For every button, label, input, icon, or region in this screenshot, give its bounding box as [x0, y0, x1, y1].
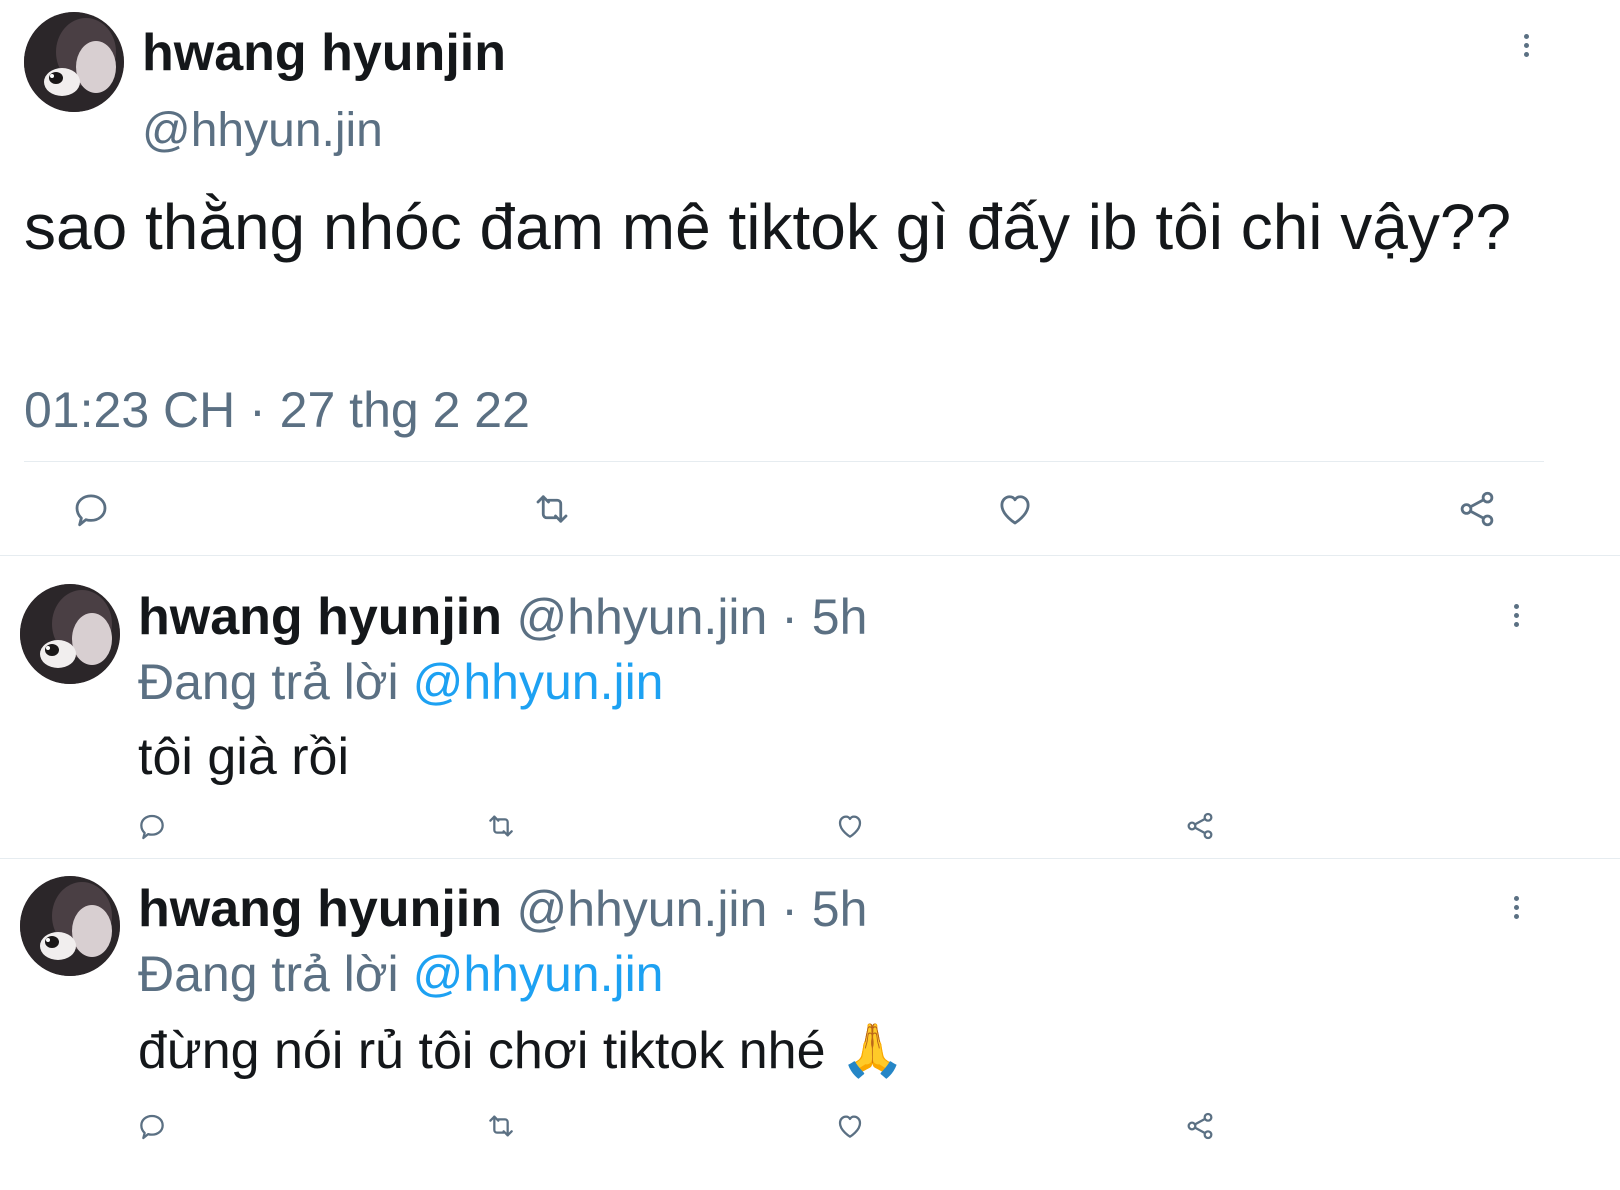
reply-text: tôi già rồi: [138, 728, 349, 786]
reply-header: hwang hyunjin @hhyun.jin · 5h: [138, 586, 867, 648]
author-name[interactable]: hwang hyunjin: [138, 880, 502, 938]
author-name[interactable]: hwang hyunjin: [142, 22, 506, 84]
avatar-image: [24, 12, 124, 112]
reply-meta[interactable]: @hhyun.jin · 5h: [516, 589, 867, 645]
divider: [0, 555, 1620, 556]
share-icon[interactable]: [1456, 488, 1498, 530]
tweet-text: sao thằng nhóc đam mê tiktok gì đấy ib t…: [24, 191, 1512, 263]
reply-icon[interactable]: [70, 488, 112, 530]
retweet-icon[interactable]: [484, 1110, 518, 1142]
like-icon[interactable]: [834, 810, 866, 842]
author-name[interactable]: hwang hyunjin: [138, 588, 502, 646]
reply-icon[interactable]: [136, 810, 168, 842]
replying-handle-link[interactable]: @hhyun.jin: [413, 654, 664, 710]
avatar[interactable]: [20, 584, 120, 684]
avatar[interactable]: [24, 12, 124, 112]
replying-handle-link[interactable]: @hhyun.jin: [413, 946, 664, 1002]
replying-prefix: Đang trả lời: [138, 946, 399, 1002]
replying-to: Đang trả lời @hhyun.jin: [138, 944, 663, 1004]
tweet-timestamp[interactable]: 01:23 CH · 27 thg 2 22: [24, 380, 530, 440]
reply-icon[interactable]: [136, 1110, 168, 1142]
reply-meta[interactable]: @hhyun.jin · 5h: [516, 881, 867, 937]
avatar-image: [20, 584, 120, 684]
divider: [24, 461, 1544, 462]
retweet-icon[interactable]: [530, 488, 574, 530]
replying-to: Đang trả lời @hhyun.jin: [138, 652, 663, 712]
more-icon[interactable]: [1510, 896, 1522, 919]
share-icon[interactable]: [1184, 1110, 1216, 1142]
like-icon[interactable]: [994, 488, 1036, 530]
share-icon[interactable]: [1184, 810, 1216, 842]
more-icon[interactable]: [1520, 34, 1532, 57]
avatar[interactable]: [20, 876, 120, 976]
divider: [0, 858, 1620, 859]
retweet-icon[interactable]: [484, 810, 518, 842]
author-handle[interactable]: @hhyun.jin: [142, 102, 383, 160]
avatar-image: [20, 876, 120, 976]
replying-prefix: Đang trả lời: [138, 654, 399, 710]
like-icon[interactable]: [834, 1110, 866, 1142]
reply-text: đừng nói rủ tôi chơi tiktok nhé 🙏: [138, 1022, 905, 1080]
more-icon[interactable]: [1510, 604, 1522, 627]
reply-header: hwang hyunjin @hhyun.jin · 5h: [138, 878, 867, 940]
